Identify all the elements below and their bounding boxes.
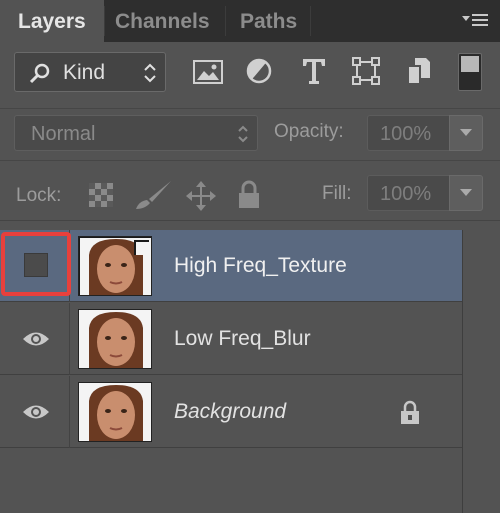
updown-chevron-icon [238, 125, 248, 143]
filter-toggle-knob [461, 56, 479, 72]
tab-channels[interactable]: Channels [115, 0, 210, 42]
eye-icon [23, 332, 49, 346]
opacity-label: Opacity: [274, 121, 344, 142]
tab-divider [310, 6, 311, 36]
fill-input[interactable]: 100% [367, 175, 452, 211]
fill-value: 100% [380, 183, 432, 205]
adjustment-layer-filter-icon[interactable] [246, 58, 272, 84]
lock-position-move-icon[interactable] [185, 180, 217, 212]
search-icon [29, 63, 50, 84]
tab-divider [225, 6, 226, 36]
opacity-value: 100% [380, 123, 432, 145]
layer-row-low-freq-blur[interactable]: Low Freq_Blur [0, 303, 462, 375]
lock-transparent-pixels-icon[interactable] [89, 183, 113, 207]
chevron-down-icon [460, 129, 472, 136]
eye-icon [23, 405, 49, 419]
visibility-highlight-annotation [1, 232, 71, 296]
tab-paths[interactable]: Paths [240, 0, 297, 42]
updown-chevron-icon [144, 63, 156, 83]
layer-name[interactable]: High Freq_Texture [174, 230, 347, 302]
fill-label: Fill: [322, 183, 352, 204]
tab-layers[interactable]: Layers [0, 0, 104, 44]
opacity-input[interactable]: 100% [367, 115, 452, 151]
portrait-thumbnail-image [79, 383, 151, 441]
blend-mode-value: Normal [31, 123, 96, 145]
layer-kind-filter-select[interactable]: Kind [14, 52, 166, 92]
blend-mode-select[interactable]: Normal [14, 115, 258, 151]
layer-thumbnail[interactable] [78, 382, 152, 442]
portrait-thumbnail-image [79, 237, 151, 295]
smart-object-filter-icon[interactable] [406, 56, 432, 86]
tab-paths-label: Paths [240, 10, 298, 33]
opacity-dropdown-button[interactable] [449, 115, 483, 151]
tab-divider [104, 6, 105, 36]
portrait-thumbnail-image [79, 310, 151, 368]
type-layer-filter-icon[interactable] [301, 57, 327, 85]
layer-thumbnail[interactable] [78, 236, 152, 296]
panel-tab-bar: Layers Channels Paths [0, 0, 500, 44]
layer-name[interactable]: Low Freq_Blur [174, 303, 311, 375]
panel-menu-icon[interactable] [460, 10, 490, 32]
pixel-layer-filter-icon[interactable] [193, 60, 223, 84]
chevron-down-icon [460, 189, 472, 196]
shape-layer-filter-icon[interactable] [352, 57, 380, 85]
filter-toggle-switch[interactable] [458, 53, 482, 91]
lock-all-icon[interactable] [237, 180, 261, 210]
lock-label: Lock: [16, 185, 62, 206]
lock-image-pixels-brush-icon[interactable] [133, 179, 173, 211]
tab-layers-label: Layers [18, 10, 86, 33]
layer-thumbnail[interactable] [78, 309, 152, 369]
visibility-toggle[interactable] [0, 303, 70, 375]
kind-label: Kind [63, 61, 106, 84]
layers-scrollbar[interactable] [462, 230, 500, 513]
layer-name[interactable]: Background [174, 376, 286, 448]
fill-dropdown-button[interactable] [449, 175, 483, 211]
divider [0, 108, 500, 109]
tab-channels-label: Channels [115, 10, 210, 33]
divider [0, 220, 500, 221]
layer-row-background[interactable]: Background [0, 376, 462, 448]
divider [0, 160, 500, 161]
visibility-toggle[interactable] [0, 376, 70, 448]
layer-lock-icon[interactable] [400, 400, 420, 426]
